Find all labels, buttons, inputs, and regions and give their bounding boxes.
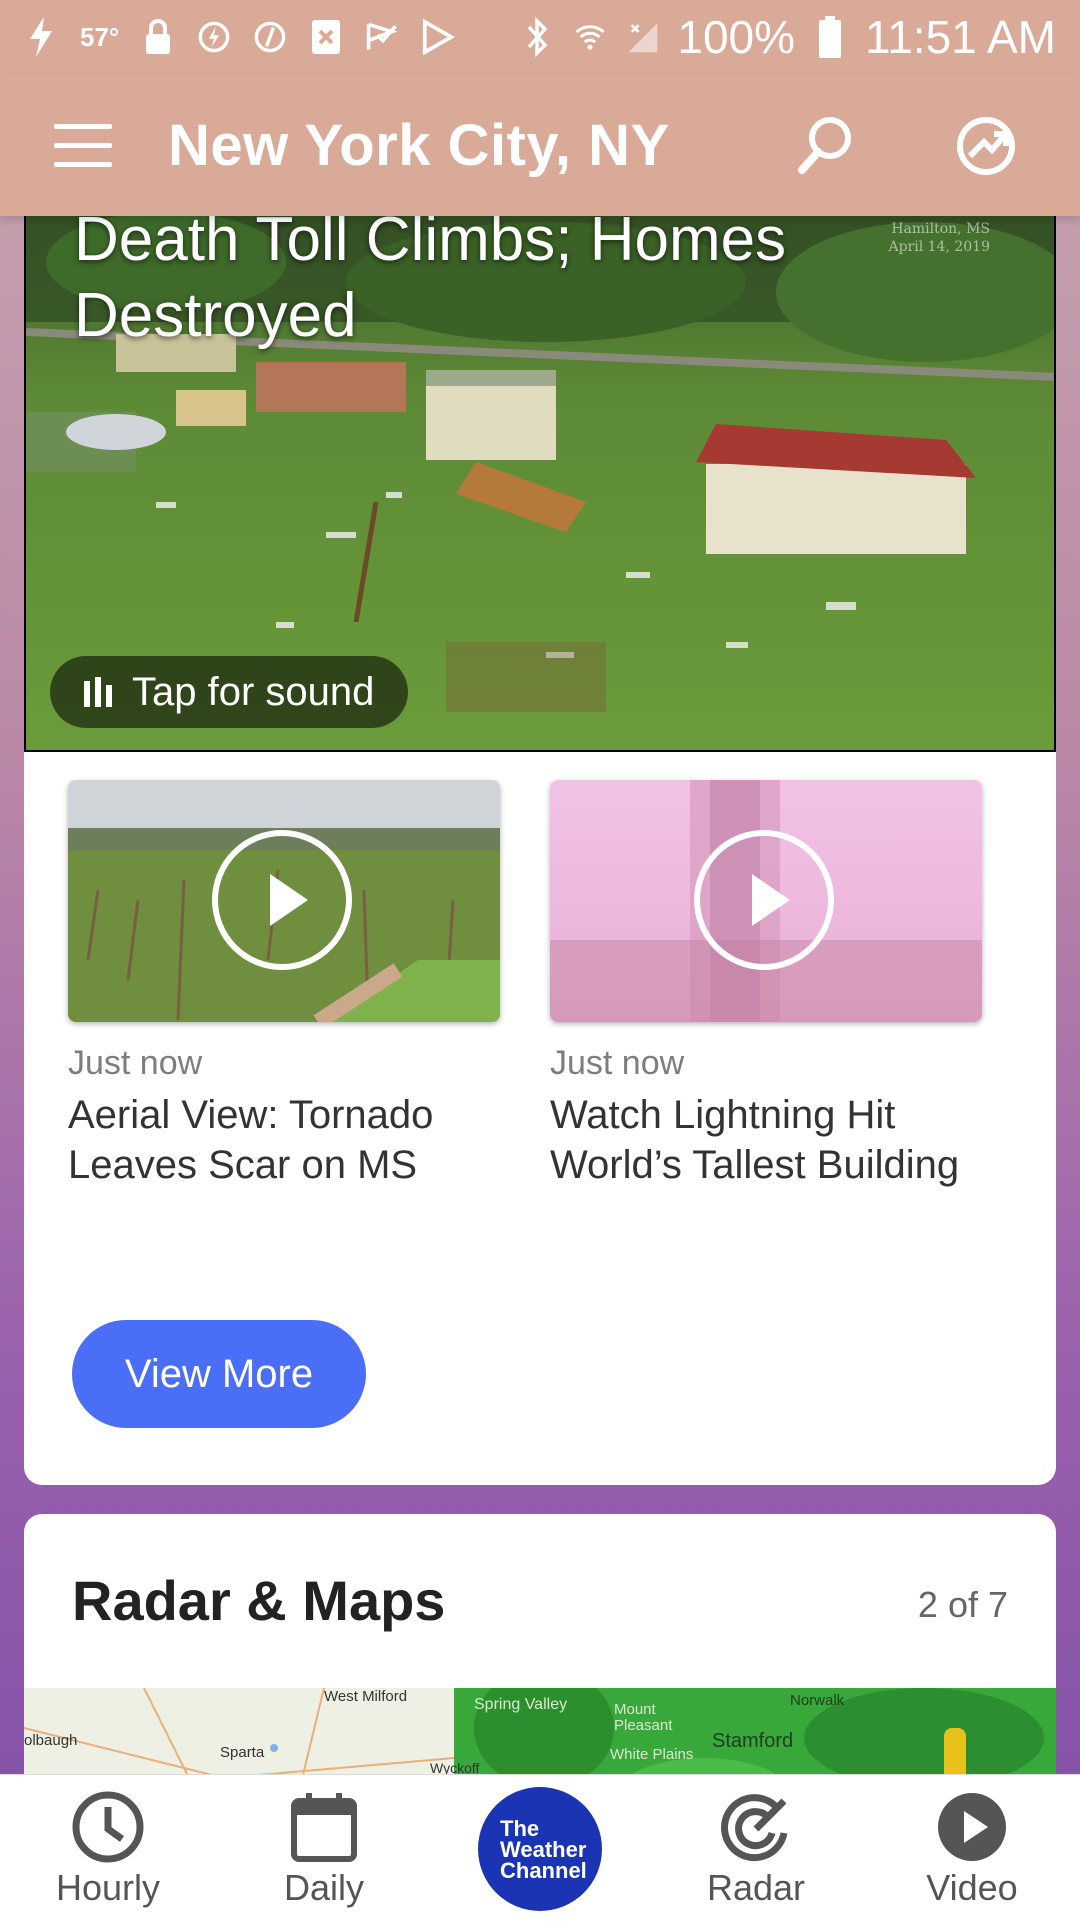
logo-line: Weather <box>500 1836 587 1862</box>
flash-icon <box>24 17 58 57</box>
play-circle-icon <box>934 1789 1010 1865</box>
nav-radar[interactable]: Radar <box>666 1775 846 1921</box>
play-icon[interactable] <box>694 830 834 970</box>
tap-for-sound-button[interactable]: Tap for sound <box>50 656 409 728</box>
nav-label: Video <box>926 1867 1018 1908</box>
video-item-2[interactable]: Just now Watch Lightning Hit World’s Tal… <box>550 780 982 1187</box>
signal-icon <box>625 17 659 57</box>
clock-time: 11:51 AM <box>865 11 1056 63</box>
nav-label: Radar <box>706 1867 806 1908</box>
battery-icon <box>813 16 847 58</box>
nav-label: Daily <box>283 1867 364 1908</box>
stamp-location: Hamilton, MS <box>891 221 990 237</box>
video-headline[interactable]: Watch Lightning Hit World’s Tallest Buil… <box>550 1090 990 1190</box>
hero-video[interactable]: Death Toll Climbs; Homes Destroyed Hamil… <box>24 200 1056 752</box>
video-thumbnail[interactable] <box>68 780 500 1022</box>
hero-watermark: Hamilton, MS April 14, 2019 <box>888 220 990 256</box>
radar-title: Radar & Maps <box>72 1569 446 1632</box>
weather-channel-logo[interactable]: The Weather Channel <box>478 1787 602 1911</box>
bottom-navigation: Hourly Daily The Weather Channel Radar V… <box>0 1774 1080 1921</box>
video-headline[interactable]: Aerial View: Tornado Leaves Scar on MS <box>68 1090 508 1190</box>
video-timestamp: Just now <box>550 1044 685 1082</box>
nav-label: Hourly <box>55 1867 161 1908</box>
location-icon[interactable] <box>950 110 1022 182</box>
play-store-icon <box>421 17 456 57</box>
close-box-icon <box>309 17 343 57</box>
logo-line: The <box>500 1815 540 1841</box>
video-timestamp: Just now <box>68 1044 203 1082</box>
bluetooth-icon <box>521 17 555 57</box>
nav-hourly[interactable]: Hourly <box>18 1775 198 1921</box>
clock-icon <box>253 17 287 57</box>
view-more-button[interactable]: View More <box>72 1320 366 1428</box>
nav-video[interactable]: Video <box>882 1775 1062 1921</box>
battery-percent: 100% <box>677 11 796 63</box>
alarm-icon <box>197 17 231 57</box>
location-title[interactable]: New York City, NY <box>168 112 670 179</box>
lock-icon <box>141 17 175 57</box>
radar-icon <box>718 1789 794 1865</box>
audio-bars-icon <box>84 677 112 707</box>
tap-for-sound-label: Tap for sound <box>132 669 375 714</box>
search-icon[interactable] <box>790 110 862 182</box>
news-card: Death Toll Climbs; Homes Destroyed Hamil… <box>24 200 1056 1485</box>
wifi-icon <box>573 17 607 57</box>
app-bar: New York City, NY <box>0 74 1080 216</box>
clock-icon <box>70 1789 146 1865</box>
nav-daily[interactable]: Daily <box>234 1775 414 1921</box>
carousel-count: 2 of 7 <box>917 1584 1008 1625</box>
stamp-date: April 14, 2019 <box>888 239 990 255</box>
logo-line: Channel <box>500 1857 587 1883</box>
temperature: 57° <box>80 21 120 52</box>
calendar-icon <box>286 1789 362 1865</box>
menu-icon[interactable] <box>54 124 112 170</box>
check-flag-icon <box>365 17 399 57</box>
status-bar: 57° 100% 11:51 AM <box>0 0 1080 74</box>
video-item-1[interactable]: Just now Aerial View: Tornado Leaves Sca… <box>68 780 500 1187</box>
hero-title[interactable]: Death Toll Climbs; Homes Destroyed <box>74 202 874 354</box>
play-icon[interactable] <box>212 830 352 970</box>
video-thumbnail[interactable] <box>550 780 982 1022</box>
